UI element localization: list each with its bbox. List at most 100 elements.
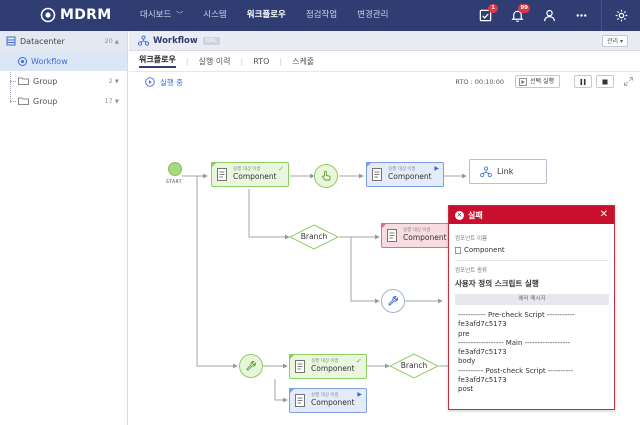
sidebar-count-value: 20 <box>104 37 113 45</box>
run-status-text: 실행 중 <box>160 77 184 87</box>
nav-workflow[interactable]: 워크플로우 <box>237 0 296 31</box>
script-node[interactable] <box>239 354 263 378</box>
sidebar-count: 20 ▲ <box>104 37 119 45</box>
node-corner-icon <box>289 354 295 360</box>
component-node[interactable]: 실행 대상 이름 Component ▶ <box>366 162 444 187</box>
workflow-header: Workflow DRL 관리 ▾ <box>129 31 640 51</box>
start-node[interactable] <box>168 162 182 176</box>
component-name: Component <box>311 397 355 407</box>
folder-icon <box>18 77 29 85</box>
component-name: Component <box>233 171 277 181</box>
close-icon[interactable]: ✕ <box>600 209 608 221</box>
tab-divider: | <box>240 56 244 66</box>
branch-node[interactable]: Branch <box>389 353 439 379</box>
branch-node[interactable]: Branch <box>289 224 339 250</box>
component-text: 실행 대상 이름 Component <box>233 167 277 181</box>
link-label: Link <box>497 167 514 176</box>
workflow-tag: DRL <box>202 36 220 45</box>
hand-pointer-icon <box>322 170 331 181</box>
tab-schedule[interactable]: 스케줄 <box>292 56 314 67</box>
nav-system[interactable]: 시스템 <box>193 0 236 31</box>
component-name: Component <box>388 171 432 181</box>
component-name: Component <box>311 363 355 373</box>
chevron-down-icon: ▼ <box>114 79 119 85</box>
link-node[interactable]: Link <box>469 159 547 184</box>
sidebar-item-datacenter[interactable]: Datacenter 20 ▲ <box>0 31 127 51</box>
chevron-up-icon: ▲ <box>114 39 119 45</box>
chevron-down-icon: ▾ <box>619 38 623 45</box>
component-name-value: Component <box>455 246 609 254</box>
script-node[interactable] <box>381 289 405 313</box>
user-button[interactable] <box>538 5 560 27</box>
document-icon <box>372 168 382 181</box>
document-icon <box>455 246 461 254</box>
document-icon <box>295 394 305 407</box>
notification-button[interactable]: 99 <box>506 3 530 27</box>
sidebar-count-value: 2 <box>108 77 113 85</box>
sidebar-count-value: 17 <box>104 97 113 105</box>
component-type-value: 사용자 정의 스크립트 실행 <box>455 279 539 288</box>
component-text: 실행 대상 이름 Component <box>311 393 355 407</box>
component-node[interactable]: 실행 대상 이름 Component ▶ <box>289 388 367 413</box>
more-icon <box>576 14 586 17</box>
more-button[interactable] <box>570 5 592 27</box>
task-button[interactable]: 1 <box>474 3 498 27</box>
nav-change-management[interactable]: 변경관리 <box>347 0 398 31</box>
sidebar-item-group[interactable]: Group 17 ▼ <box>0 91 127 111</box>
sidebar-item-label: Datacenter <box>20 36 65 46</box>
chevron-down-icon: ▼ <box>114 99 119 105</box>
sidebar: Datacenter 20 ▲ Workflow Group 2 ▼ Group 1… <box>0 31 128 425</box>
select-run-button[interactable]: 선택 실행 <box>515 75 560 88</box>
tab-bar: 워크플로우 | 실행 이력 | RTO | 스케줄 <box>139 51 314 71</box>
nav-dashboard[interactable]: 대시보드 ﹀ <box>130 0 193 31</box>
link-network-icon <box>480 165 492 177</box>
divider <box>455 260 609 261</box>
document-icon <box>295 360 305 373</box>
error-message-header: 에러 메시지 <box>455 294 609 305</box>
manage-dropdown[interactable]: 관리 ▾ <box>602 35 628 47</box>
app-logo[interactable]: MDRM <box>40 5 120 25</box>
expand-icon[interactable] <box>623 76 634 87</box>
node-corner-icon <box>211 162 217 168</box>
stop-button[interactable] <box>596 75 614 88</box>
tab-rto[interactable]: RTO <box>253 57 269 66</box>
run-status-bar: 실행 중 RTO : 00:10:00 선택 실행 <box>129 72 640 92</box>
user-icon <box>543 9 555 22</box>
play-icon: ▶ <box>357 391 362 398</box>
error-detail-panel: ✕ 실패 ✕ 컴포넌트 이름 Component 컴포넌트 종류 사용자 정의 … <box>448 205 615 410</box>
workflow-icon <box>138 35 149 46</box>
nav-dashboard-label: 대시보드 <box>140 10 172 20</box>
sidebar-count: 2 ▼ <box>109 77 119 85</box>
datacenter-icon <box>6 36 16 46</box>
settings-icon <box>615 9 627 22</box>
folder-icon <box>18 97 29 105</box>
node-corner-icon <box>366 162 372 168</box>
sidebar-count: 17 ▼ <box>104 97 119 105</box>
sidebar-item-group[interactable]: Group 2 ▼ <box>0 71 127 91</box>
sidebar-item-label: Group <box>33 76 58 86</box>
tab-divider: | <box>279 56 283 66</box>
tab-history[interactable]: 실행 이력 <box>199 56 231 67</box>
component-node[interactable]: 실행 대상 이름 Component ✓ <box>211 162 289 187</box>
component-node[interactable]: 실행 대상 이름 Component ✓ <box>289 354 367 379</box>
workflow-radio-icon <box>18 56 27 66</box>
settings-button[interactable] <box>602 0 640 31</box>
sidebar-item-workflow[interactable]: Workflow <box>0 51 127 71</box>
top-right-actions: 1 99 <box>469 0 640 31</box>
node-corner-icon <box>289 388 295 394</box>
tab-divider: | <box>185 56 189 66</box>
wrench-icon <box>246 361 256 371</box>
wrench-icon <box>388 296 398 306</box>
component-text: 실행 대상 이름 Component <box>388 167 432 181</box>
branch-label: Branch <box>400 361 428 370</box>
nav-inspection[interactable]: 점검작업 <box>296 0 347 31</box>
tab-workflow[interactable]: 워크플로우 <box>139 54 176 68</box>
component-name-label: 컴포넌트 이름 <box>455 236 488 242</box>
error-message-text[interactable]: ----------- Pre-check Script -----------… <box>455 305 609 397</box>
node-corner-icon <box>381 223 387 229</box>
manual-approval-node[interactable] <box>314 164 338 188</box>
pause-button[interactable] <box>574 75 592 88</box>
component-type-label: 컴포넌트 종류 <box>455 268 488 274</box>
error-panel-title: 실패 <box>468 210 483 220</box>
manage-label: 관리 <box>607 38 619 45</box>
